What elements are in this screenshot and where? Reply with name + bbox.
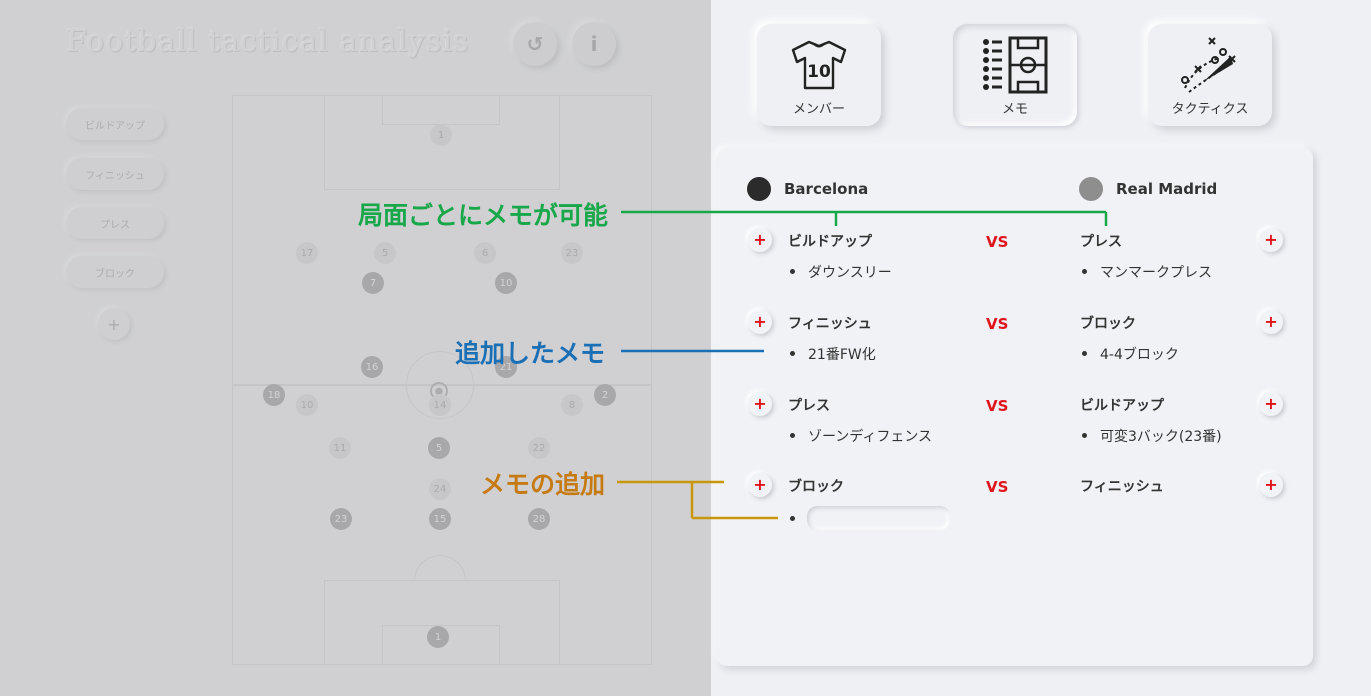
members-button[interactable]: 10 メンバー	[757, 24, 881, 126]
members-label: メンバー	[792, 102, 845, 117]
add-home-memo-button[interactable]: +	[748, 473, 772, 497]
tactics-play-icon	[1181, 37, 1236, 93]
away-team-color-dot	[1079, 177, 1103, 201]
jersey-icon: 10	[791, 40, 847, 90]
undo-button[interactable]: ↺	[513, 22, 557, 66]
home-phase-label: フィニッシュ	[788, 316, 872, 332]
new-memo-input[interactable]	[807, 506, 950, 530]
memo-bullet	[790, 269, 795, 274]
player-marker[interactable]: 10	[296, 394, 318, 416]
annotation-per-phase: 局面ごとにメモが可能	[357, 201, 608, 230]
player-marker[interactable]: 15	[429, 508, 451, 530]
player-marker[interactable]: 10	[495, 272, 517, 294]
annotation-add-memo: メモの追加	[479, 470, 605, 499]
tactics-button[interactable]: タクティクス	[1148, 24, 1272, 126]
away-phase-label: フィニッシュ	[1080, 479, 1164, 495]
player-marker[interactable]: 24	[429, 478, 451, 500]
player-marker[interactable]: 18	[263, 384, 285, 406]
memo-button[interactable]: メモ	[953, 24, 1077, 126]
add-phase-button[interactable]: +	[98, 308, 130, 340]
home-phase-label: ビルドアップ	[788, 234, 872, 250]
player-marker[interactable]: 23	[561, 242, 583, 264]
phase-pill-buildup[interactable]: ビルドアップ	[66, 108, 164, 140]
vs-label: VS	[986, 397, 1009, 415]
away-memo-item: マンマークプレス	[1100, 265, 1212, 281]
annotation-added-memo: 追加したメモ	[454, 339, 605, 368]
player-marker[interactable]: 1	[427, 626, 449, 648]
memo-bullet	[1082, 351, 1087, 356]
phase-pill-finish[interactable]: フィニッシュ	[66, 158, 164, 190]
add-away-memo-button[interactable]: +	[1259, 228, 1283, 252]
player-marker[interactable]: 23	[330, 508, 352, 530]
app-title: Football tactical analysis	[66, 24, 470, 59]
home-memo-item: ゾーンディフェンス	[808, 429, 933, 445]
vs-label: VS	[986, 315, 1009, 333]
player-marker[interactable]: 14	[429, 394, 451, 416]
home-memo-item: ダウンスリー	[808, 265, 892, 281]
away-team-name: Real Madrid	[1116, 180, 1218, 198]
player-marker[interactable]: 16	[361, 356, 383, 378]
memo-bullet	[790, 516, 795, 521]
memo-board-icon	[983, 36, 1048, 94]
home-phase-label: プレス	[788, 398, 830, 414]
player-marker[interactable]: 2	[594, 384, 616, 406]
memo-label: メモ	[1001, 102, 1028, 117]
home-team-color-dot	[747, 177, 771, 201]
away-memo-item: 4-4ブロック	[1100, 347, 1179, 363]
home-team-name: Barcelona	[784, 180, 869, 198]
player-marker[interactable]: 22	[528, 437, 550, 459]
add-home-memo-button[interactable]: +	[748, 392, 772, 416]
memo-bullet	[1082, 269, 1087, 274]
home-memo-item: 21番FW化	[808, 347, 876, 363]
memo-bullet	[790, 433, 795, 438]
player-marker[interactable]: 17	[296, 242, 318, 264]
add-away-memo-button[interactable]: +	[1259, 310, 1283, 334]
vs-label: VS	[986, 233, 1009, 251]
player-marker[interactable]: 7	[362, 272, 384, 294]
player-marker[interactable]: 5	[428, 437, 450, 459]
home-phase-label: ブロック	[788, 479, 844, 495]
add-away-memo-button[interactable]: +	[1259, 392, 1283, 416]
player-marker[interactable]: 8	[561, 394, 583, 416]
svg-text:10: 10	[807, 62, 831, 82]
add-away-memo-button[interactable]: +	[1259, 473, 1283, 497]
away-phase-label: プレス	[1080, 234, 1122, 250]
info-icon: i	[590, 32, 598, 56]
player-marker[interactable]: 11	[329, 437, 351, 459]
phase-pill-press[interactable]: プレス	[66, 207, 164, 239]
away-memo-item: 可変3バック(23番)	[1100, 429, 1222, 445]
add-home-memo-button[interactable]: +	[748, 310, 772, 334]
player-marker[interactable]: 5	[374, 242, 396, 264]
away-phase-label: ビルドアップ	[1080, 398, 1164, 414]
tactics-label: タクティクス	[1171, 102, 1249, 117]
info-button[interactable]: i	[572, 22, 616, 66]
memo-bullet	[1082, 433, 1087, 438]
memo-bullet	[790, 351, 795, 356]
top-goal-area	[382, 95, 500, 125]
player-marker[interactable]: 6	[474, 242, 496, 264]
phase-pill-block[interactable]: ブロック	[66, 256, 164, 288]
away-phase-label: ブロック	[1080, 316, 1136, 332]
undo-icon: ↺	[526, 32, 544, 56]
player-marker[interactable]: 1	[430, 124, 452, 146]
add-home-memo-button[interactable]: +	[748, 228, 772, 252]
pitch: ●	[232, 95, 652, 665]
vs-label: VS	[986, 478, 1009, 496]
player-marker[interactable]: 28	[528, 508, 550, 530]
